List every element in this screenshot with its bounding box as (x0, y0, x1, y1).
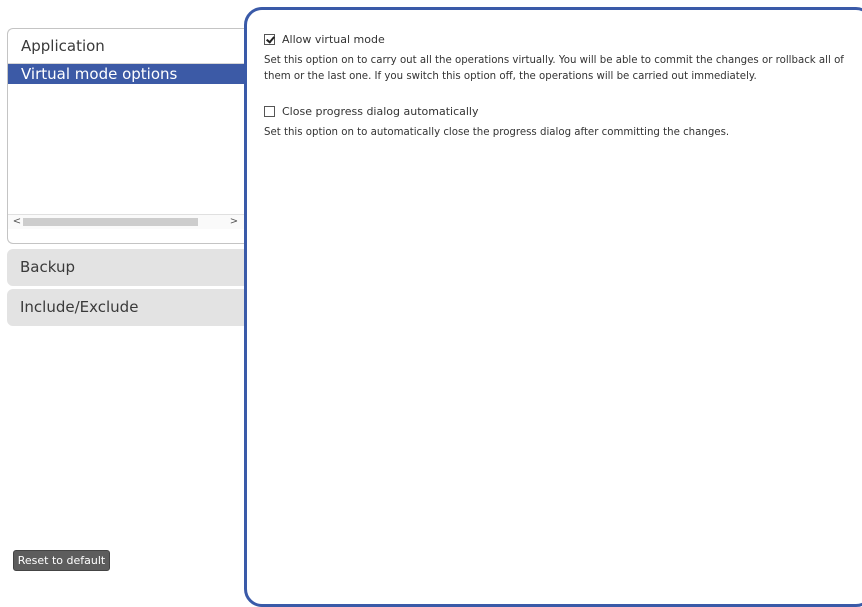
sidebar-item-virtual-mode-options[interactable]: Virtual mode options (8, 64, 245, 84)
section-application-header[interactable]: Application (8, 29, 245, 64)
options-sidebar: Application Virtual mode options < > Bac… (7, 0, 245, 574)
allow-virtual-mode-label[interactable]: Allow virtual mode (282, 33, 385, 46)
close-progress-dialog-checkbox[interactable] (264, 105, 275, 117)
section-application: Application Virtual mode options < > (7, 28, 245, 244)
section-include-exclude[interactable]: Include/Exclude (7, 289, 245, 326)
option-close-progress-dialog: Close progress dialog automatically Set … (264, 103, 862, 141)
section-backup[interactable]: Backup (7, 249, 245, 286)
allow-virtual-mode-description: Set this option on to carry out all the … (264, 55, 844, 82)
close-progress-dialog-description: Set this option on to automatically clos… (264, 127, 730, 138)
reset-to-default-button[interactable]: Reset to default (13, 550, 110, 571)
application-subitems-list: Virtual mode options < > (8, 64, 245, 229)
scroll-right-icon[interactable]: > (229, 215, 239, 228)
allow-virtual-mode-checkbox[interactable] (264, 33, 275, 45)
options-panel: Allow virtual mode Set this option on to… (244, 7, 862, 607)
option-allow-virtual-mode: Allow virtual mode Set this option on to… (264, 31, 862, 85)
scroll-left-icon[interactable]: < (12, 215, 22, 228)
scrollbar-thumb[interactable] (23, 218, 198, 226)
option-row: Close progress dialog automatically (264, 103, 862, 119)
option-row: Allow virtual mode (264, 31, 862, 47)
close-progress-dialog-label[interactable]: Close progress dialog automatically (282, 105, 478, 118)
horizontal-scrollbar[interactable]: < > (8, 214, 245, 229)
